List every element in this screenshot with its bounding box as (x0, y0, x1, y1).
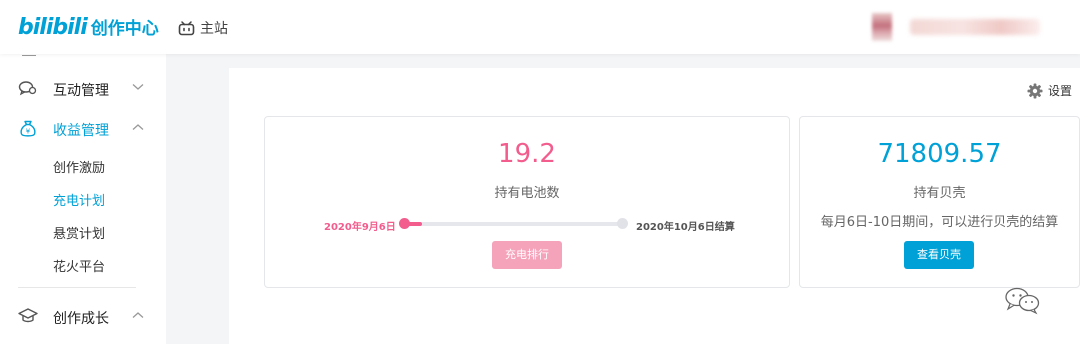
svg-text:¥: ¥ (26, 128, 31, 136)
progress-start-knob (399, 218, 410, 229)
brand-logo-text: bilibili (18, 15, 88, 40)
chevron-down-icon (132, 84, 144, 90)
gear-icon (1027, 83, 1043, 98)
settings-button[interactable]: 设置 (1027, 82, 1072, 99)
charge-plan-panel: 设置 19.2 持有电池数 2020年9月6日 2020年10月6日结算 充电排… (229, 68, 1080, 344)
sidebar-group-label: 收益管理 (53, 123, 109, 139)
wechat-watermark-icon (1005, 287, 1040, 315)
settlement-progress: 2020年9月6日 2020年10月6日结算 (265, 215, 789, 235)
sidebar-group-revenue[interactable]: ¥ 收益管理 (0, 116, 166, 140)
bilibili-logo[interactable]: bilibili 创作中心 (18, 14, 159, 40)
avatar[interactable] (872, 13, 892, 41)
battery-card: 19.2 持有电池数 2020年9月6日 2020年10月6日结算 充电排行 (264, 116, 790, 288)
home-link-label: 主站 (200, 21, 228, 37)
progress-end-knob (617, 218, 628, 229)
sidebar-group-label: 互动管理 (53, 83, 109, 99)
period-start-date: 2020年9月6日 (324, 222, 396, 233)
chevron-up-icon (132, 124, 144, 130)
progress-track (404, 222, 624, 226)
sidebar-group-label: 创作成长 (53, 311, 109, 327)
top-header: bilibili 创作中心 主站 (0, 0, 1080, 54)
home-link[interactable]: 主站 (178, 18, 228, 38)
sidebar-item-creative-incentive[interactable]: 创作激励 (53, 157, 105, 176)
period-end-date: 2020年10月6日结算 (636, 222, 735, 233)
shell-count: 71809.57 (877, 139, 1002, 169)
user-profile[interactable] (872, 12, 1048, 42)
chat-bubble-icon (18, 81, 37, 96)
sidebar-group-growth[interactable]: 创作成长 (0, 304, 166, 328)
battery-label: 持有电池数 (494, 186, 560, 201)
settlement-note: 每月6日-10日期间，可以进行贝壳的结算 (820, 215, 1059, 230)
money-bag-icon: ¥ (20, 120, 36, 137)
settings-label: 设置 (1048, 84, 1073, 98)
view-shells-button[interactable]: 查看贝壳 (904, 241, 974, 269)
shell-card: 71809.57 持有贝壳 每月6日-10日期间，可以进行贝壳的结算 查看贝壳 (799, 116, 1080, 288)
sidebar-item-huahuo-platform[interactable]: 花火平台 (53, 256, 105, 275)
sidebar-group-interaction[interactable]: 互动管理 (0, 76, 166, 100)
sidebar-item-charge-plan[interactable]: 充电计划 (53, 190, 105, 209)
graduation-cap-icon (18, 308, 38, 323)
sidebar-divider (18, 287, 136, 288)
tv-icon (178, 20, 195, 35)
brand-subtitle: 创作中心 (90, 19, 159, 39)
chevron-up-icon (132, 312, 144, 318)
username-blurred (910, 19, 1040, 35)
charge-ranking-button[interactable]: 充电排行 (492, 241, 562, 269)
shell-label: 持有贝壳 (913, 186, 966, 201)
sidebar-item-bounty-plan[interactable]: 悬赏计划 (53, 223, 105, 242)
sidebar: 互动管理 ¥ 收益管理 创作激励 充电计划 悬赏计划 花火平台 创作成长 (0, 54, 166, 344)
battery-count: 19.2 (498, 139, 556, 169)
